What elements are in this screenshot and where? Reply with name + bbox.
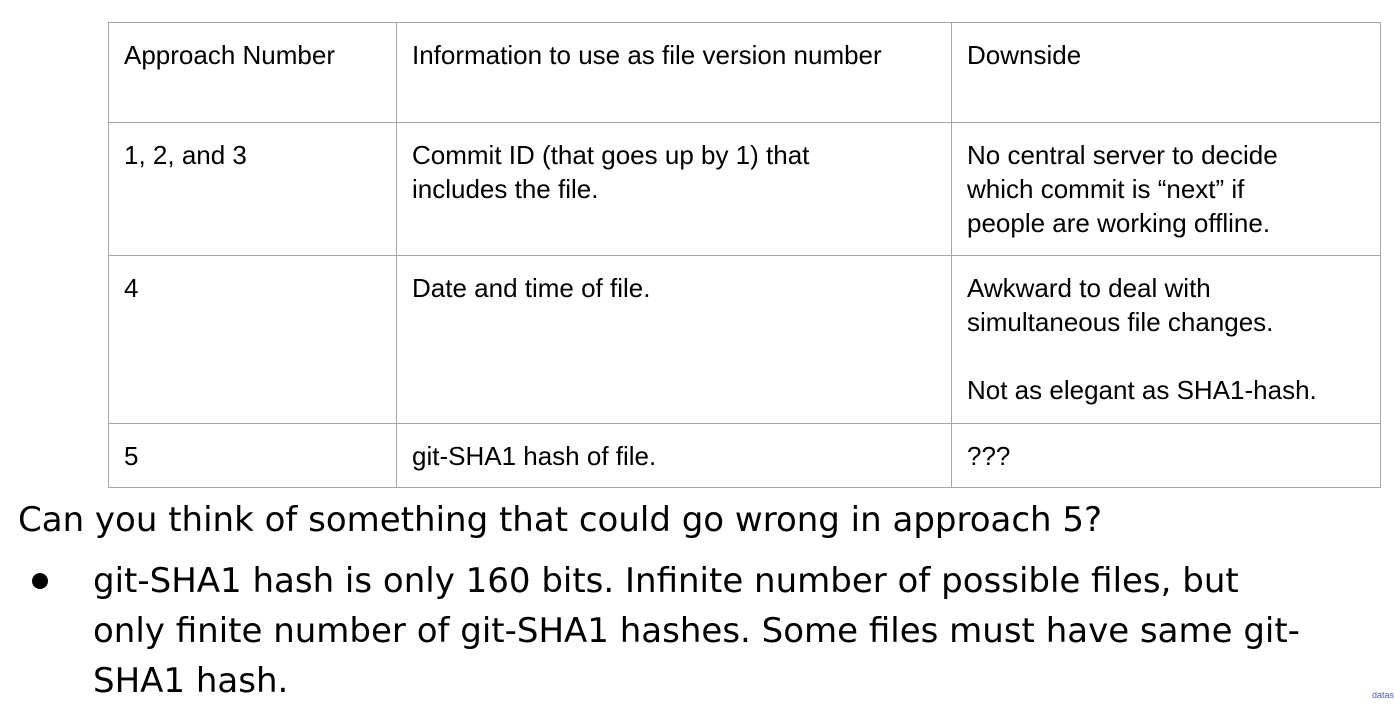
table-row: 4 Date and time of file. Awkward to deal… <box>108 255 1381 424</box>
bullet-text: git-SHA1 hash is only 160 bits. Infinite… <box>93 561 1300 701</box>
table-row: 5 git-SHA1 hash of file. ??? <box>108 423 1381 488</box>
list-item: git-SHA1 hash is only 160 bits. Infinite… <box>0 556 1303 706</box>
header-approach-number: Approach Number <box>108 22 397 123</box>
cell-downside: No central server to decide which commit… <box>951 122 1381 256</box>
cell-version-information: git-SHA1 hash of file. <box>396 423 952 488</box>
question-text: Can you think of something that could go… <box>18 500 1103 540</box>
cell-approach-number: 1, 2, and 3 <box>108 122 397 256</box>
table-row: 1, 2, and 3 Commit ID (that goes up by 1… <box>108 122 1381 256</box>
cell-version-information: Date and time of file. <box>396 255 952 424</box>
corner-watermark-text: datas <box>1371 690 1394 700</box>
cell-downside: Awkward to deal with simultaneous file c… <box>951 255 1381 424</box>
table-header-row: Approach Number Information to use as fi… <box>108 22 1381 123</box>
cell-downside: ??? <box>951 423 1381 488</box>
cell-version-information: Commit ID (that goes up by 1) that inclu… <box>396 122 952 256</box>
cell-approach-number: 4 <box>108 255 397 424</box>
answer-bullet-list: git-SHA1 hash is only 160 bits. Infinite… <box>0 556 1303 706</box>
header-version-information: Information to use as file version numbe… <box>396 22 952 123</box>
bullet-dot-icon <box>32 573 48 589</box>
approaches-table: Approach Number Information to use as fi… <box>108 22 1381 488</box>
header-downside: Downside <box>951 22 1381 123</box>
cell-approach-number: 5 <box>108 423 397 488</box>
